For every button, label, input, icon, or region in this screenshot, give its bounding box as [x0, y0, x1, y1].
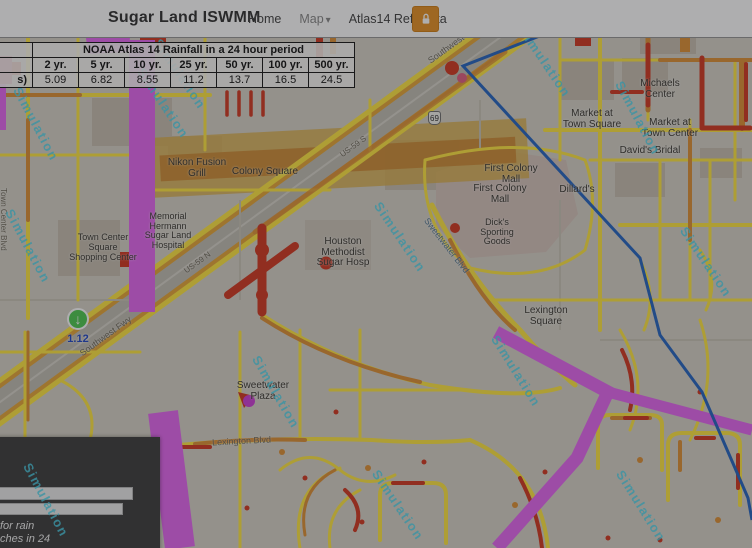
map-label-lexington-square: LexingtonSquare [524, 306, 567, 327]
val-25yr: 11.2 [171, 73, 217, 88]
nav-map-dropdown[interactable]: Map▾ [299, 12, 330, 26]
rainfall-row-label: s) [0, 73, 33, 88]
col-50yr: 50 yr. [217, 58, 263, 73]
simulation-settings-panel: for rain ches in 24 [0, 437, 160, 548]
lock-icon [418, 11, 434, 27]
col-25yr: 25 yr. [171, 58, 217, 73]
panel-input-field[interactable] [0, 487, 133, 500]
map-label-town-center-square: Town CenterSquare Shopping Center [69, 232, 137, 262]
map-label-houston-methodist: HoustonMethodist Sugar Hosp [317, 237, 370, 269]
panel-caption-line1: for rain [0, 520, 34, 532]
app-window: Simulation Simulation Simulation Simulat… [0, 0, 752, 548]
col-10yr: 10 yr. [125, 58, 171, 73]
map-label-market-at-town-square: Market atTown Square [563, 109, 621, 130]
val-500yr: 24.5 [309, 73, 355, 88]
map-label-first-colony-mall-2: First ColonyMall [473, 184, 526, 205]
rainfall-row-label-cut [0, 58, 33, 73]
nav-home[interactable]: Home [248, 12, 281, 26]
rainfall-table-title: NOAA Atlas 14 Rainfall in a 24 hour peri… [33, 43, 355, 58]
val-100yr: 16.5 [263, 73, 309, 88]
map-label-dicks-sporting-goods: Dick'sSporting Goods [480, 218, 514, 247]
map-label-nikon-fusion-grill: Nikon FusionGrill [168, 158, 226, 179]
map-label-memorial-hermann: MemorialHermann Sugar LandHospital [145, 212, 192, 250]
panel-caption-line2: ches in 24 [0, 533, 50, 545]
col-5yr: 5 yr. [79, 58, 125, 73]
chevron-down-icon: ▾ [326, 15, 331, 26]
map-label-michaels-center: MichaelsCenter [640, 79, 679, 100]
highway-shield-69: 69 [428, 111, 441, 125]
map-label-dillards: Dillard's [559, 185, 594, 196]
marker-value: 1.12 [67, 333, 89, 345]
rainfall-table: NOAA Atlas 14 Rainfall in a 24 hour peri… [0, 42, 355, 88]
header-action-button[interactable] [412, 6, 439, 32]
val-50yr: 13.7 [217, 73, 263, 88]
rainfall-table-corner [0, 43, 33, 58]
rainfall-table-header-row: 2 yr. 5 yr. 10 yr. 25 yr. 50 yr. 100 yr.… [0, 58, 355, 73]
col-100yr: 100 yr. [263, 58, 309, 73]
marker-down-arrow-icon[interactable]: ↓ [67, 308, 89, 330]
val-5yr: 6.82 [79, 73, 125, 88]
result-marker[interactable]: ↓ 1.12 [67, 308, 89, 345]
val-10yr: 8.55 [125, 73, 171, 88]
app-header: Sugar Land ISWMM Home Map▾ Atlas14 Ref. … [0, 0, 752, 38]
rainfall-table-title-row: NOAA Atlas 14 Rainfall in a 24 hour peri… [0, 43, 355, 58]
map-label-first-colony-mall: First ColonyMall [484, 164, 537, 185]
map-label-colony-square: Colony Square [232, 167, 298, 178]
col-2yr: 2 yr. [33, 58, 79, 73]
val-2yr: 5.09 [33, 73, 79, 88]
map-canvas[interactable]: Simulation Simulation Simulation Simulat… [0, 38, 752, 548]
app-title: Sugar Land ISWMM [108, 9, 261, 27]
rainfall-table-values-row: s) 5.09 6.82 8.55 11.2 13.7 16.5 24.5 [0, 73, 355, 88]
col-500yr: 500 yr. [309, 58, 355, 73]
